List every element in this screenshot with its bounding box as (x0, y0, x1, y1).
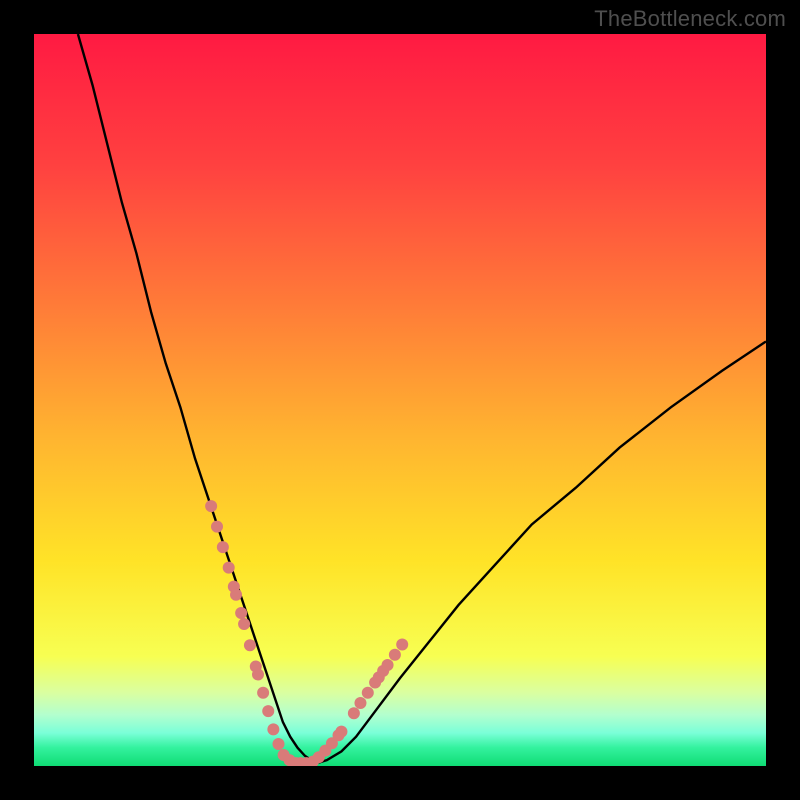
curve-marker (217, 541, 229, 553)
curve-svg (34, 34, 766, 766)
plot-area (34, 34, 766, 766)
curve-marker (335, 726, 347, 738)
curve-marker (257, 687, 269, 699)
curve-marker (205, 500, 217, 512)
chart-frame: TheBottleneck.com (0, 0, 800, 800)
curve-marker (262, 705, 274, 717)
curve-marker (354, 697, 366, 709)
curve-marker (235, 607, 247, 619)
curve-marker (211, 521, 223, 533)
curve-marker (396, 638, 408, 650)
curve-marker (348, 707, 360, 719)
curve-marker (389, 649, 401, 661)
curve-marker (267, 723, 279, 735)
watermark-text: TheBottleneck.com (594, 6, 786, 32)
curve-marker (272, 738, 284, 750)
curve-marker (223, 562, 235, 574)
curve-marker (238, 618, 250, 630)
curve-marker (252, 669, 264, 681)
curve-markers-group (205, 500, 408, 766)
curve-marker (382, 659, 394, 671)
curve-marker (362, 687, 374, 699)
curve-marker (244, 639, 256, 651)
bottleneck-curve (78, 34, 766, 762)
curve-marker (230, 589, 242, 601)
